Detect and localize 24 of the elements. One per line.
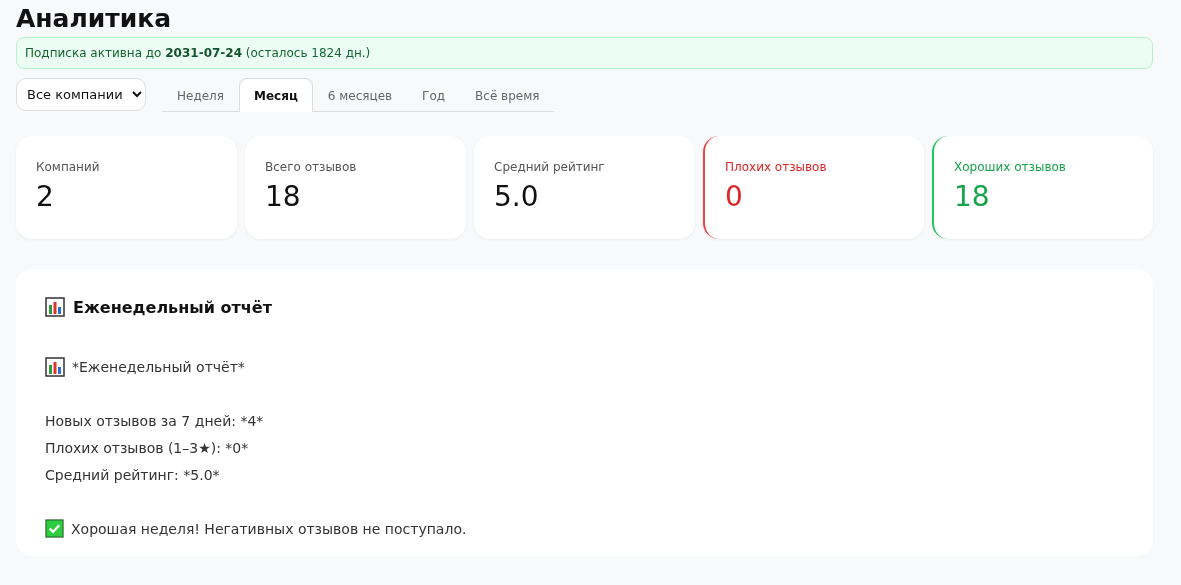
report-line: Средний рейтинг: *5.0* — [45, 466, 220, 483]
page-title: Аналитика — [16, 4, 173, 33]
stat-label: Плохих отзывов — [725, 160, 828, 174]
stat-label: Хороших отзывов — [954, 160, 1067, 174]
report-line: Хорошая неделя! Негативных отзывов не поступало. — [71, 520, 467, 537]
period-tab[interactable]: Месяц — [239, 78, 313, 112]
stat-value: 5.0 — [494, 180, 540, 213]
report-line: Плохих отзывов (1–3★): *0* — [45, 439, 249, 456]
stat-value: 0 — [725, 180, 744, 213]
report-line: *Еженедельный отчёт* — [72, 358, 245, 375]
stat-label: Средний рейтинг — [494, 160, 606, 174]
period-tab[interactable]: Год — [407, 78, 461, 112]
stat-label: Компаний — [36, 160, 101, 174]
stat-label: Всего отзывов — [265, 160, 358, 174]
report-title: Еженедельный отчёт — [73, 297, 272, 317]
company-select[interactable]: Все компании — [16, 78, 146, 111]
period-tab[interactable]: Всё время — [460, 78, 555, 112]
period-tab[interactable]: Неделя — [162, 78, 239, 112]
stat-value: 18 — [954, 180, 991, 213]
subscription-banner: Подписка активна до 2031-07-24 (осталось 1824 дн.) — [16, 37, 1153, 69]
period-tab[interactable]: 6 месяцев — [312, 78, 408, 112]
report-line: Новых отзывов за 7 дней: *4* — [45, 412, 264, 429]
stat-value: 2 — [36, 180, 55, 213]
stat-value: 18 — [265, 180, 302, 213]
